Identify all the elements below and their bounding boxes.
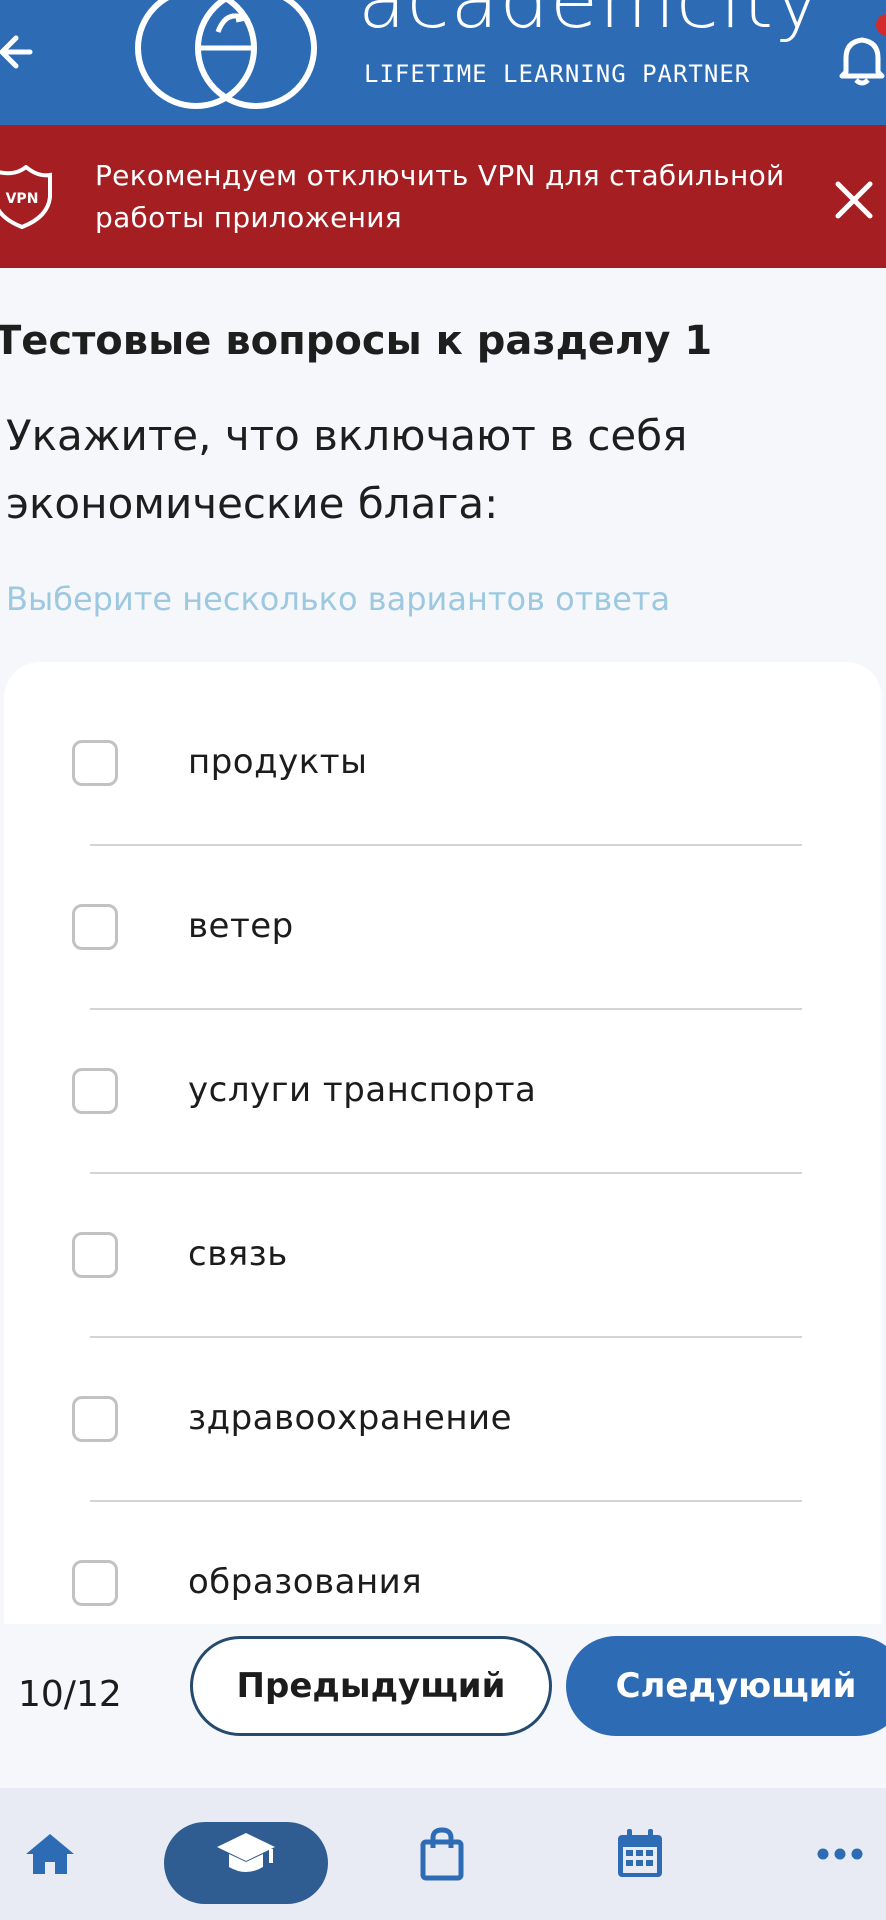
answer-option[interactable]: продукты xyxy=(4,662,882,826)
question-text: Укажите, что включают в себя экономическ… xyxy=(6,411,688,528)
answer-option[interactable]: образования xyxy=(4,1482,882,1646)
section-title: Тестовые вопросы к разделу 1 xyxy=(0,318,713,364)
nav-courses[interactable] xyxy=(164,1788,328,1920)
answer-hint: Выберите несколько вариантов ответа xyxy=(6,580,671,618)
vpn-warning-banner: VPN Рекомендуем отключить VPN для стабил… xyxy=(0,125,886,268)
option-label: здравоохранение xyxy=(188,1398,513,1438)
notifications-button[interactable] xyxy=(838,28,886,88)
back-button[interactable] xyxy=(0,22,44,82)
question-counter: 10/12 xyxy=(18,1674,122,1715)
shopping-bag-icon xyxy=(420,1827,464,1881)
nav-home[interactable] xyxy=(10,1788,90,1920)
banner-close-button[interactable] xyxy=(826,172,882,228)
option-label: образования xyxy=(188,1562,423,1602)
bell-icon xyxy=(839,37,885,86)
nav-shop[interactable] xyxy=(402,1788,482,1920)
nav-more[interactable] xyxy=(800,1788,880,1920)
brand-name: academcity xyxy=(358,0,822,46)
option-checkbox[interactable] xyxy=(72,1560,118,1606)
home-icon xyxy=(26,1834,74,1874)
back-arrow-icon xyxy=(0,35,33,69)
more-icon xyxy=(817,1848,863,1860)
calendar-icon xyxy=(618,1829,662,1877)
vpn-warning-text: Рекомендуем отключить VPN для стабильной… xyxy=(95,159,785,234)
answer-option[interactable]: связь xyxy=(4,1154,882,1318)
answer-option[interactable]: ветер xyxy=(4,826,882,990)
option-checkbox[interactable] xyxy=(72,1232,118,1278)
option-checkbox[interactable] xyxy=(72,1396,118,1442)
option-label: связь xyxy=(188,1234,288,1274)
answer-options-card: продукты ветер услуги транспорта связь з… xyxy=(4,662,882,1662)
vpn-badge-text: VPN xyxy=(6,191,39,207)
courses-icon xyxy=(217,1833,275,1872)
option-label: услуги транспорта xyxy=(188,1070,537,1110)
next-button[interactable]: Следующий xyxy=(566,1636,886,1736)
option-label: продукты xyxy=(188,742,368,782)
answer-option[interactable]: услуги транспорта xyxy=(4,990,882,1154)
logo-icon xyxy=(128,0,328,110)
app-header: academcity LIFETIME LEARNING PARTNER xyxy=(0,0,886,125)
brand-tagline: LIFETIME LEARNING PARTNER xyxy=(364,60,751,88)
previous-button[interactable]: Предыдущий xyxy=(190,1636,552,1736)
shield-icon: VPN xyxy=(0,164,52,230)
bottom-navigation xyxy=(0,1788,886,1920)
option-checkbox[interactable] xyxy=(72,740,118,786)
question-pager: 10/12 Предыдущий Следующий xyxy=(0,1624,886,1788)
nav-calendar[interactable] xyxy=(600,1788,680,1920)
option-checkbox[interactable] xyxy=(72,1068,118,1114)
option-checkbox[interactable] xyxy=(72,904,118,950)
answer-option[interactable]: здравоохранение xyxy=(4,1318,882,1482)
option-label: ветер xyxy=(188,906,294,946)
close-icon xyxy=(835,181,873,219)
